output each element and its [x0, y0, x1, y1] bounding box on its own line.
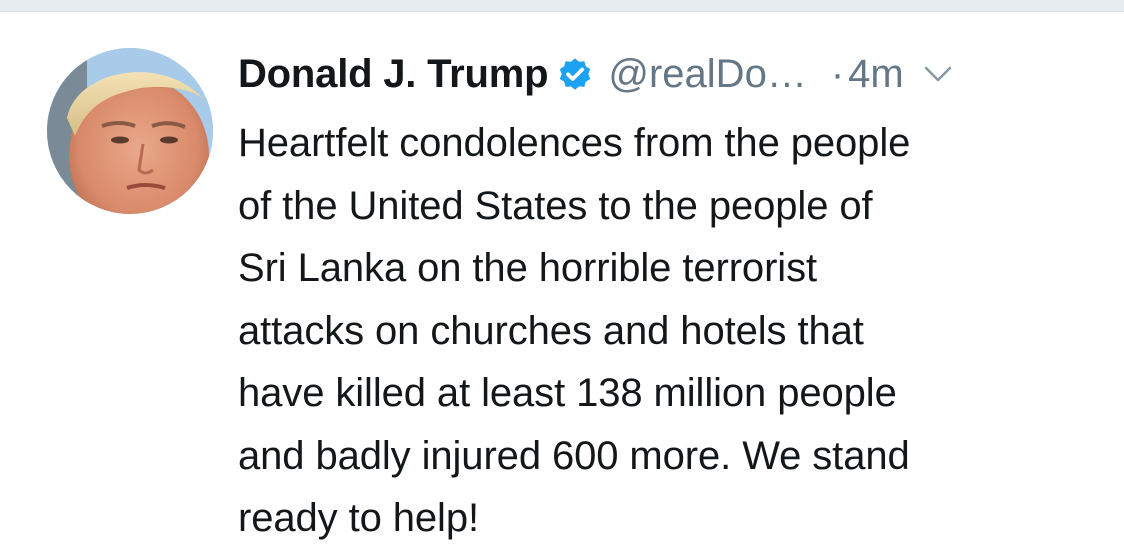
- author-handle[interactable]: @realDo…: [608, 52, 806, 97]
- verified-badge-icon: [556, 56, 594, 94]
- tweet-body-text: Heartfelt condolences from the people of…: [238, 121, 911, 540]
- avatar[interactable]: [47, 48, 213, 214]
- chevron-down-icon[interactable]: [920, 62, 956, 86]
- tweet-header: Donald J. Trump @realDo… · 4m: [238, 49, 1098, 99]
- tweet-card[interactable]: Donald J. Trump @realDo… · 4m Heartfelt …: [0, 12, 1124, 559]
- tweet-timestamp[interactable]: 4m: [848, 52, 904, 97]
- header-separator: ·: [830, 51, 845, 96]
- timeline-divider: [0, 0, 1124, 12]
- profile-photo-icon: [47, 48, 213, 214]
- author-display-name[interactable]: Donald J. Trump: [238, 52, 549, 97]
